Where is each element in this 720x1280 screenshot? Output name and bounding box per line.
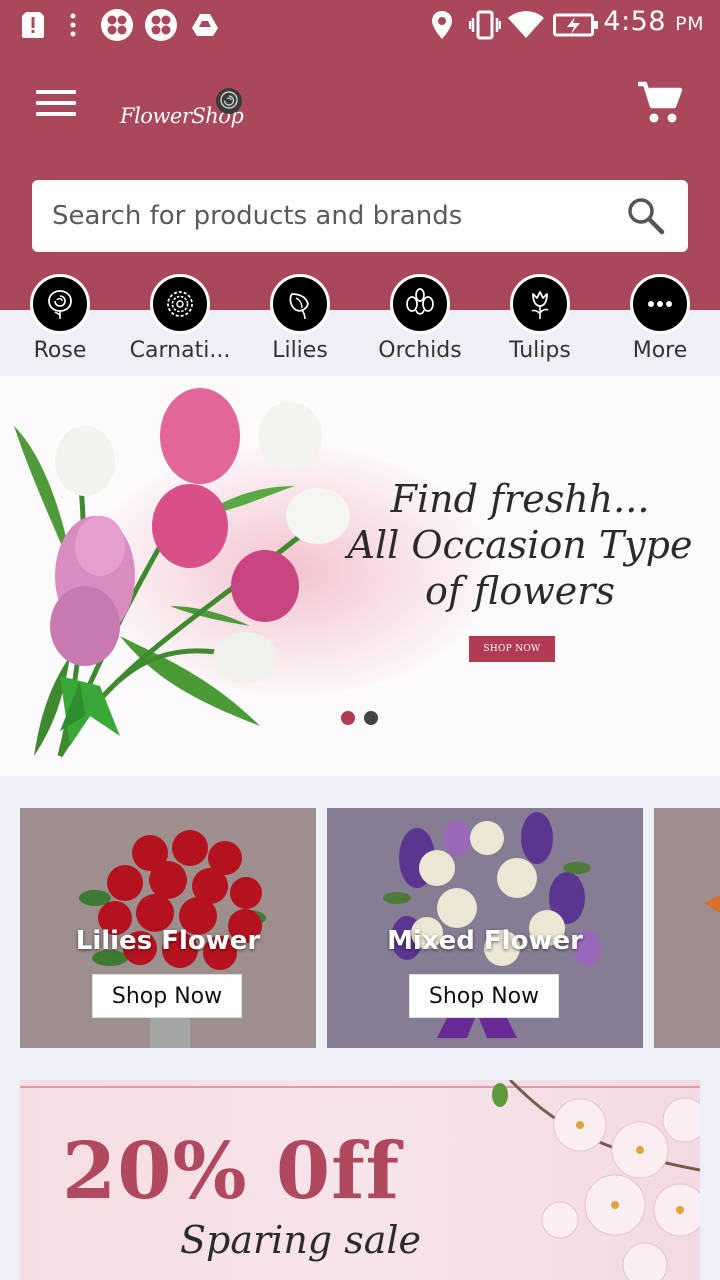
category-label: More xyxy=(632,338,688,363)
status-time-ampm: PM xyxy=(675,13,704,35)
more-dots-icon xyxy=(66,0,80,50)
category-label: Tulips xyxy=(509,338,571,363)
rose-logo-icon xyxy=(216,88,242,114)
category-orchids[interactable]: Orchids xyxy=(360,274,480,374)
category-tulips[interactable]: Tulips xyxy=(480,274,600,374)
lily-icon xyxy=(270,274,330,334)
product-card-partial[interactable] xyxy=(654,808,720,1048)
hamburger-menu-icon[interactable] xyxy=(34,86,78,120)
location-icon xyxy=(428,0,456,50)
drive-icon xyxy=(190,0,220,50)
more-icon xyxy=(630,274,690,334)
hero-line-3: of flowers xyxy=(425,569,615,613)
sale-banner[interactable]: 20% 0ff Sparing sale xyxy=(20,1080,700,1280)
category-label: Carnati... xyxy=(129,338,231,363)
category-rose[interactable]: Rose xyxy=(0,274,120,374)
carousel-dot[interactable] xyxy=(364,711,378,725)
flower-image-partial xyxy=(704,895,720,913)
category-lilies[interactable]: Lilies xyxy=(240,274,360,374)
category-carnation[interactable]: Carnati... xyxy=(120,274,240,374)
category-label: Orchids xyxy=(378,338,462,363)
category-more[interactable]: More xyxy=(600,274,720,374)
vibrate-icon xyxy=(468,0,502,50)
status-time: 4:58 PM xyxy=(603,6,704,37)
battery-charging-icon xyxy=(552,0,600,50)
clover-icon xyxy=(143,0,179,50)
tulip-icon xyxy=(510,274,570,334)
product-title: Lilies Flower xyxy=(75,926,261,956)
alert-icon xyxy=(20,0,46,50)
category-label: Rose xyxy=(33,338,87,363)
clover-icon xyxy=(99,0,135,50)
rose-icon xyxy=(30,274,90,334)
wifi-icon xyxy=(506,0,546,50)
hero-headline: Find freshh... All Occasion Type of flow… xyxy=(340,476,700,614)
sale-title: 20% 0ff xyxy=(62,1126,401,1217)
hero-line-1: Find freshh... xyxy=(390,477,650,521)
status-time-value: 4:58 xyxy=(603,6,667,37)
category-bar: Rose Carnati... Lilies Orchids Tulips Mo… xyxy=(0,274,720,374)
shop-now-button[interactable]: Shop Now xyxy=(92,974,242,1018)
app-header: 4:58 PM FlowerShop xyxy=(0,0,720,310)
tulip-bouquet-image xyxy=(14,388,350,758)
hero-line-2: All Occasion Type xyxy=(347,523,693,567)
shop-now-button[interactable]: Shop Now xyxy=(409,974,559,1018)
product-title: Mixed Flower xyxy=(387,926,583,956)
carousel-dot-active[interactable] xyxy=(341,711,355,725)
hero-shop-now-button[interactable]: SHOP NOW xyxy=(469,636,555,662)
hero-banner[interactable]: Find freshh... All Occasion Type of flow… xyxy=(0,376,720,776)
cart-icon[interactable] xyxy=(636,80,684,128)
carnation-icon xyxy=(150,274,210,334)
sale-subtitle: Sparing sale xyxy=(180,1218,422,1262)
product-card-lilies[interactable]: Lilies Flower Shop Now xyxy=(20,808,316,1048)
category-label: Lilies xyxy=(272,338,328,363)
product-card-mixed[interactable]: Mixed Flower Shop Now xyxy=(327,808,643,1048)
orchid-icon xyxy=(390,274,450,334)
search-icon[interactable] xyxy=(626,196,666,236)
search-input[interactable] xyxy=(52,180,612,252)
search-bar xyxy=(32,180,688,252)
status-bar: 4:58 PM xyxy=(0,0,720,50)
cherry-blossom-image xyxy=(492,1080,700,1280)
flowershop-logo: FlowerShop xyxy=(118,86,248,136)
